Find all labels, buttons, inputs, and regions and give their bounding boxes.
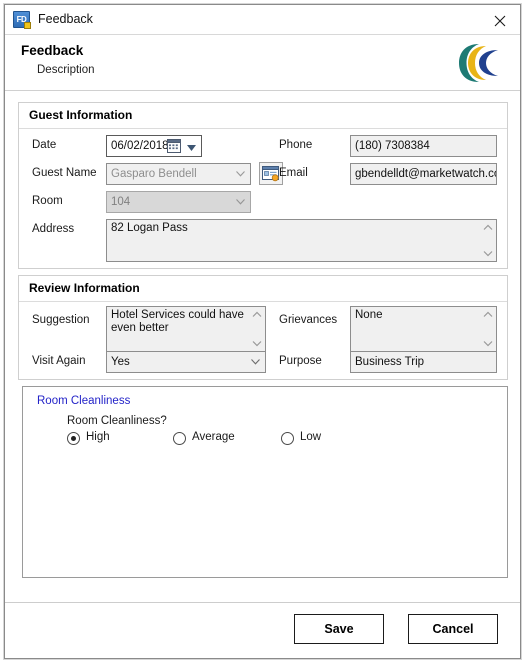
- radio-high-indicator: [67, 432, 80, 445]
- address-label: Address: [32, 223, 75, 235]
- suggestion-label: Suggestion: [32, 314, 90, 326]
- grievances-textarea[interactable]: None: [350, 306, 497, 352]
- radio-high-label: High: [86, 431, 110, 443]
- purpose-input[interactable]: Business Trip: [350, 351, 497, 373]
- window-title: Feedback: [38, 12, 93, 26]
- save-button[interactable]: Save: [294, 614, 384, 644]
- app-icon-fd: FD: [13, 11, 31, 29]
- address-textarea[interactable]: 82 Logan Pass: [106, 219, 497, 262]
- review-information-legend: Review Information: [29, 281, 140, 295]
- address-value: 82 Logan Pass: [111, 222, 188, 234]
- date-input[interactable]: 06/02/2018: [106, 135, 202, 157]
- visit-again-label: Visit Again: [32, 355, 86, 367]
- close-icon: [494, 15, 506, 27]
- room-select[interactable]: 104: [106, 191, 251, 213]
- dialog-body: Guest Information Date 06/02/2018 Guest: [5, 91, 520, 602]
- date-value: 06/02/2018: [111, 140, 169, 152]
- scroll-up-icon[interactable]: [482, 222, 494, 234]
- chevron-down-icon: [236, 199, 245, 205]
- email-value: gbendelldt@marketwatch.com: [355, 168, 497, 180]
- grievances-value: None: [355, 309, 383, 321]
- grievances-label: Grievances: [279, 314, 338, 326]
- cancel-button[interactable]: Cancel: [408, 614, 498, 644]
- email-input[interactable]: gbendelldt@marketwatch.com: [350, 163, 497, 185]
- visit-again-select[interactable]: Yes: [106, 351, 266, 373]
- purpose-label: Purpose: [279, 355, 322, 367]
- guest-name-value: Gasparo Bendell: [111, 168, 197, 180]
- guest-information-legend: Guest Information: [29, 108, 133, 122]
- date-label: Date: [32, 139, 57, 151]
- radio-average-indicator: [173, 432, 186, 445]
- guest-lookup-icon: [262, 166, 279, 182]
- feedback-dialog-window: FD Feedback Feedback Description Guest I…: [4, 4, 521, 659]
- review-information-group: Review Information Suggestion Hotel Serv…: [18, 275, 508, 380]
- scroll-down-icon[interactable]: [251, 337, 263, 349]
- phone-input[interactable]: (180) 7308384: [350, 135, 497, 157]
- room-value: 104: [111, 196, 131, 208]
- room-cleanliness-link[interactable]: Room Cleanliness: [37, 395, 130, 407]
- radio-low-label: Low: [300, 431, 322, 443]
- chevron-down-icon: [251, 359, 260, 365]
- chevron-down-icon: [187, 145, 196, 151]
- calendar-icon: [167, 139, 181, 153]
- radio-low-indicator: [281, 432, 294, 445]
- purpose-value: Business Trip: [355, 356, 425, 368]
- page-subtitle: Description: [37, 64, 95, 76]
- guest-name-label: Guest Name: [32, 167, 97, 179]
- room-label: Room: [32, 195, 63, 207]
- page-title: Feedback: [21, 43, 84, 58]
- guest-information-divider: [19, 128, 507, 129]
- email-label: Email: [279, 167, 308, 179]
- scroll-up-icon[interactable]: [251, 309, 263, 321]
- title-bar: FD Feedback: [5, 5, 520, 35]
- scroll-up-icon[interactable]: [482, 309, 494, 321]
- dialog-footer: Save Cancel: [5, 602, 520, 658]
- room-cleanliness-panel: Room Cleanliness Room Cleanliness? High …: [22, 386, 508, 578]
- scroll-down-icon[interactable]: [482, 247, 494, 259]
- review-information-divider: [19, 301, 507, 302]
- guest-information-group: Guest Information Date 06/02/2018 Guest: [18, 102, 508, 269]
- close-button[interactable]: [480, 5, 520, 34]
- chevron-down-icon: [236, 171, 245, 177]
- phone-label: Phone: [279, 139, 313, 151]
- radio-average-label: Average: [192, 431, 235, 443]
- guest-name-select[interactable]: Gasparo Bendell: [106, 163, 251, 185]
- room-cleanliness-question: Room Cleanliness?: [67, 415, 167, 427]
- scroll-down-icon[interactable]: [482, 337, 494, 349]
- phone-value: (180) 7308384: [355, 140, 430, 152]
- crescent-brand-logo: [459, 44, 498, 82]
- suggestion-value: Hotel Services could have even better: [111, 309, 244, 334]
- dialog-header: Feedback Description: [5, 35, 520, 91]
- visit-again-value: Yes: [111, 356, 130, 368]
- app-icon-corner: [24, 22, 31, 29]
- suggestion-textarea[interactable]: Hotel Services could have even better: [106, 306, 266, 352]
